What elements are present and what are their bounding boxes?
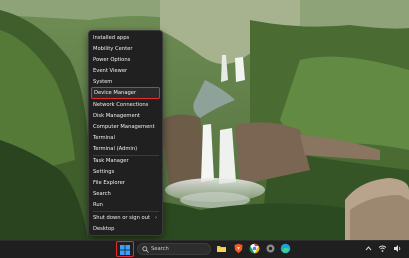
chevron-up-icon[interactable] [364,244,373,253]
menu-separator [93,211,159,212]
taskbar-search-box[interactable]: Search [137,243,211,255]
windows-logo-icon [120,245,130,255]
menu-item-search[interactable]: Search [93,189,111,199]
wifi-icon[interactable] [378,244,387,253]
file-explorer-icon[interactable] [216,243,227,254]
volume-icon[interactable] [393,244,402,253]
menu-item-disk-management[interactable]: Disk Management [93,111,140,121]
chrome-icon[interactable] [249,243,260,254]
search-label: Search [151,246,169,252]
menu-item-shut-down-label: Shut down or sign out [93,215,151,221]
menu-item-event-viewer[interactable]: Event Viewer [93,66,127,76]
settings-icon[interactable] [265,243,276,254]
menu-item-computer-management[interactable]: Computer Management [93,122,155,132]
menu-item-terminal-admin[interactable]: Terminal (Admin) [93,144,137,154]
waterfall-landscape-image [0,0,409,258]
menu-item-power-options[interactable]: Power Options [93,55,130,65]
search-icon [142,246,149,253]
menu-item-file-explorer[interactable]: File Explorer [93,178,125,188]
edge-icon[interactable] [280,243,291,254]
brave-icon[interactable] [233,243,244,254]
desktop-wallpaper [0,0,409,258]
menu-item-settings[interactable]: Settings [93,167,114,177]
menu-item-desktop[interactable]: Desktop [93,224,114,234]
menu-item-shut-down[interactable]: Shut down or sign out › [93,213,159,223]
menu-item-task-manager[interactable]: Task Manager [93,156,129,166]
menu-item-system[interactable]: System [93,77,112,87]
menu-item-network-connections[interactable]: Network Connections [93,100,148,110]
menu-item-mobility-center[interactable]: Mobility Center [93,44,132,54]
menu-item-installed-apps[interactable]: Installed apps [93,33,129,43]
menu-item-run[interactable]: Run [93,200,103,210]
start-button[interactable] [116,241,134,257]
chevron-right-icon: › [155,215,157,221]
menu-item-terminal[interactable]: Terminal [93,133,115,143]
menu-item-device-manager[interactable]: Device Manager [91,87,160,99]
quick-link-menu: Installed apps Mobility Center Power Opt… [88,30,163,236]
